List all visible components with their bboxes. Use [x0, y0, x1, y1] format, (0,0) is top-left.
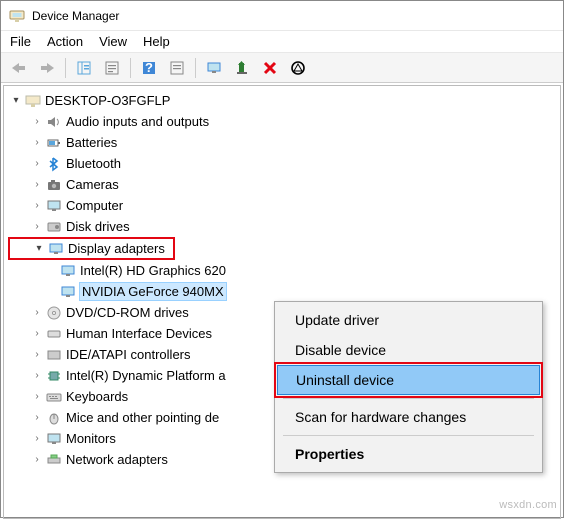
expand-icon[interactable]: › — [31, 158, 43, 169]
scan-hardware-button[interactable] — [202, 56, 226, 80]
toolbar-sep — [195, 58, 196, 78]
expand-icon[interactable]: › — [31, 179, 43, 190]
expand-icon[interactable]: › — [31, 137, 43, 148]
context-menu: Update driver Disable device Uninstall d… — [274, 301, 543, 473]
node-batteries[interactable]: › Batteries — [8, 132, 560, 153]
context-sep — [283, 398, 534, 399]
keyboard-icon — [45, 389, 63, 405]
chip-icon — [45, 368, 63, 384]
battery-icon — [45, 135, 63, 151]
app-icon — [9, 8, 25, 24]
action-button[interactable] — [165, 56, 189, 80]
nav-back-button[interactable] — [7, 56, 31, 80]
node-display-nvidia[interactable]: NVIDIA GeForce 940MX — [8, 281, 560, 302]
expand-icon[interactable]: › — [31, 221, 43, 232]
expand-icon[interactable]: › — [31, 349, 43, 360]
disc-icon — [45, 305, 63, 321]
bluetooth-icon — [45, 156, 63, 172]
menu-file[interactable]: File — [10, 34, 31, 49]
hid-icon — [45, 326, 63, 342]
camera-icon — [45, 177, 63, 193]
node-display-intel[interactable]: Intel(R) HD Graphics 620 — [8, 260, 560, 281]
display-icon — [47, 241, 65, 257]
expand-icon[interactable]: › — [31, 307, 43, 318]
node-label: IDE/ATAPI controllers — [66, 347, 191, 362]
node-label: Computer — [66, 198, 123, 213]
context-disable-device[interactable]: Disable device — [277, 335, 540, 365]
expand-icon[interactable]: › — [31, 391, 43, 402]
ide-icon — [45, 347, 63, 363]
node-disk-drives[interactable]: › Disk drives — [8, 216, 560, 237]
node-label: Cameras — [66, 177, 119, 192]
help-button[interactable]: ? — [137, 56, 161, 80]
speaker-icon — [45, 114, 63, 130]
node-cameras[interactable]: › Cameras — [8, 174, 560, 195]
expand-icon[interactable]: › — [31, 433, 43, 444]
disable-device-button[interactable] — [286, 56, 310, 80]
computer-icon — [45, 198, 63, 214]
menu-bar: File Action View Help — [1, 31, 563, 53]
expand-icon[interactable]: › — [31, 412, 43, 423]
menu-help[interactable]: Help — [143, 34, 170, 49]
network-icon — [45, 452, 63, 468]
show-hide-tree-button[interactable] — [72, 56, 96, 80]
disk-icon — [45, 219, 63, 235]
monitor-icon — [45, 431, 63, 447]
node-label: Intel(R) HD Graphics 620 — [80, 263, 226, 278]
uninstall-device-button[interactable] — [258, 56, 282, 80]
node-label: DESKTOP-O3FGFLP — [45, 93, 170, 108]
node-label: Bluetooth — [66, 156, 121, 171]
node-label: Audio inputs and outputs — [66, 114, 209, 129]
properties-button[interactable] — [100, 56, 124, 80]
display-icon — [59, 284, 77, 300]
expand-icon[interactable]: › — [31, 370, 43, 381]
highlight-box — [274, 362, 543, 398]
node-audio[interactable]: › Audio inputs and outputs — [8, 111, 560, 132]
node-computer[interactable]: › Computer — [8, 195, 560, 216]
node-label: DVD/CD-ROM drives — [66, 305, 189, 320]
node-display-adapters[interactable]: ▾ Display adapters — [8, 237, 175, 260]
update-driver-button[interactable] — [230, 56, 254, 80]
expand-icon[interactable]: › — [31, 200, 43, 211]
toolbar: ? — [1, 53, 563, 83]
expand-icon[interactable]: › — [31, 454, 43, 465]
pc-icon — [24, 93, 42, 109]
toolbar-sep — [65, 58, 66, 78]
node-label: Batteries — [66, 135, 117, 150]
node-label: Monitors — [66, 431, 116, 446]
node-computer-root[interactable]: ▾ DESKTOP-O3FGFLP — [8, 90, 560, 111]
node-label: Disk drives — [66, 219, 130, 234]
node-label: Display adapters — [68, 241, 165, 256]
svg-text:?: ? — [145, 60, 153, 75]
node-label: Keyboards — [66, 389, 128, 404]
menu-action[interactable]: Action — [47, 34, 83, 49]
context-update-driver[interactable]: Update driver — [277, 305, 540, 335]
title-bar: Device Manager — [1, 1, 563, 31]
mouse-icon — [45, 410, 63, 426]
node-bluetooth[interactable]: › Bluetooth — [8, 153, 560, 174]
context-properties[interactable]: Properties — [277, 439, 540, 469]
node-label: Human Interface Devices — [66, 326, 212, 341]
expand-icon[interactable]: › — [31, 328, 43, 339]
node-label: Network adapters — [66, 452, 168, 467]
node-label: Intel(R) Dynamic Platform a — [66, 368, 226, 383]
watermark: wsxdn.com — [499, 499, 557, 511]
display-icon — [59, 263, 77, 279]
expand-icon[interactable]: ▾ — [33, 243, 45, 254]
context-scan-hardware[interactable]: Scan for hardware changes — [277, 402, 540, 432]
nav-forward-button[interactable] — [35, 56, 59, 80]
node-label: Mice and other pointing de — [66, 410, 219, 425]
node-label: NVIDIA GeForce 940MX — [80, 283, 226, 300]
window-title: Device Manager — [32, 9, 119, 23]
expand-icon[interactable]: ▾ — [10, 95, 22, 106]
toolbar-sep — [130, 58, 131, 78]
expand-icon[interactable]: › — [31, 116, 43, 127]
context-sep — [283, 435, 534, 436]
menu-view[interactable]: View — [99, 34, 127, 49]
